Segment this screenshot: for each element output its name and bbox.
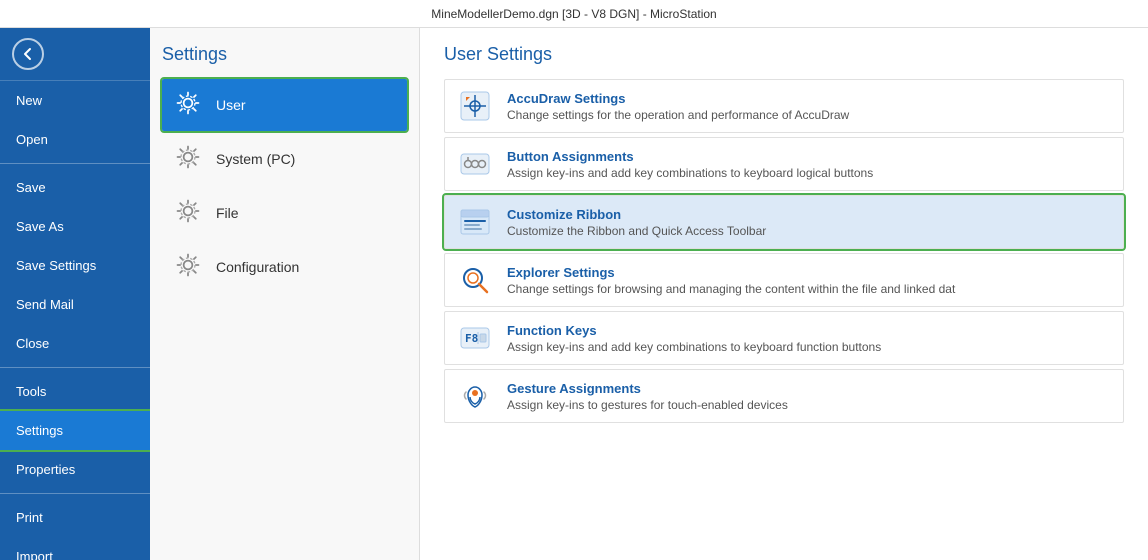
divider-1	[0, 163, 150, 164]
title-bar: MineModellerDemo.dgn [3D - V8 DGN] - Mic…	[0, 0, 1148, 28]
sidebar-item-properties[interactable]: Properties	[0, 450, 150, 489]
user-setting-function-keys[interactable]: F8 Function Keys Assign key-ins and add …	[444, 311, 1124, 365]
explorer-title: Explorer Settings	[507, 265, 955, 280]
file-gear-icon	[174, 197, 206, 229]
explorer-content: Explorer Settings Change settings for br…	[507, 265, 955, 296]
sidebar-item-print[interactable]: Print	[0, 498, 150, 537]
function-keys-desc: Assign key-ins and add key combinations …	[507, 340, 881, 354]
back-button[interactable]	[0, 28, 150, 81]
user-setting-accudraw[interactable]: AccuDraw Settings Change settings for th…	[444, 79, 1124, 133]
sidebar-item-new[interactable]: New	[0, 81, 150, 120]
sidebar-item-close[interactable]: Close	[0, 324, 150, 363]
title-text: MineModellerDemo.dgn [3D - V8 DGN] - Mic…	[431, 7, 716, 21]
sidebar-item-open[interactable]: Open	[0, 120, 150, 159]
button-assignments-desc: Assign key-ins and add key combinations …	[507, 166, 873, 180]
settings-item-file-label: File	[216, 205, 239, 221]
customize-ribbon-icon	[457, 204, 493, 240]
settings-item-system[interactable]: System (PC)	[162, 133, 407, 185]
content-title: User Settings	[444, 44, 1124, 65]
gesture-content: Gesture Assignments Assign key-ins to ge…	[507, 381, 788, 412]
svg-text:F8: F8	[465, 332, 478, 345]
user-setting-gesture-assignments[interactable]: Gesture Assignments Assign key-ins to ge…	[444, 369, 1124, 423]
user-gear-icon	[174, 89, 206, 121]
function-keys-icon: F8	[457, 320, 493, 356]
settings-item-user-label: User	[216, 97, 246, 113]
gesture-assignments-icon	[457, 378, 493, 414]
sidebar-item-save-settings[interactable]: Save Settings	[0, 246, 150, 285]
sidebar: New Open Save Save As Save Settings Send…	[0, 28, 150, 560]
user-setting-button-assignments[interactable]: Button Assignments Assign key-ins and ad…	[444, 137, 1124, 191]
back-circle-icon[interactable]	[12, 38, 44, 70]
settings-item-configuration[interactable]: Configuration	[162, 241, 407, 293]
sidebar-item-settings[interactable]: Settings	[0, 411, 150, 450]
accudraw-desc: Change settings for the operation and pe…	[507, 108, 849, 122]
accudraw-icon	[457, 88, 493, 124]
content-panel: User Settings AccuDraw Settings Change s…	[420, 28, 1148, 560]
gesture-title: Gesture Assignments	[507, 381, 788, 396]
explorer-desc: Change settings for browsing and managin…	[507, 282, 955, 296]
button-assignments-content: Button Assignments Assign key-ins and ad…	[507, 149, 873, 180]
sidebar-item-import[interactable]: Import	[0, 537, 150, 560]
button-assignments-icon	[457, 146, 493, 182]
explorer-settings-icon	[457, 262, 493, 298]
gesture-desc: Assign key-ins to gestures for touch-ena…	[507, 398, 788, 412]
main-layout: New Open Save Save As Save Settings Send…	[0, 28, 1148, 560]
sidebar-item-save-as[interactable]: Save As	[0, 207, 150, 246]
settings-panel: Settings User System (PC)	[150, 28, 420, 560]
settings-item-system-label: System (PC)	[216, 151, 295, 167]
sidebar-item-send-mail[interactable]: Send Mail	[0, 285, 150, 324]
sidebar-item-save[interactable]: Save	[0, 168, 150, 207]
settings-item-config-label: Configuration	[216, 259, 299, 275]
system-gear-icon	[174, 143, 206, 175]
settings-item-user[interactable]: User	[162, 79, 407, 131]
accudraw-content: AccuDraw Settings Change settings for th…	[507, 91, 849, 122]
arrow-left-icon	[21, 47, 35, 61]
customize-ribbon-desc: Customize the Ribbon and Quick Access To…	[507, 224, 766, 238]
config-gear-icon	[174, 251, 206, 283]
function-keys-content: Function Keys Assign key-ins and add key…	[507, 323, 881, 354]
divider-3	[0, 493, 150, 494]
settings-title: Settings	[162, 44, 407, 65]
divider-2	[0, 367, 150, 368]
function-keys-title: Function Keys	[507, 323, 881, 338]
customize-ribbon-content: Customize Ribbon Customize the Ribbon an…	[507, 207, 766, 238]
accudraw-title: AccuDraw Settings	[507, 91, 849, 106]
user-setting-customize-ribbon[interactable]: Customize Ribbon Customize the Ribbon an…	[444, 195, 1124, 249]
sidebar-item-tools[interactable]: Tools	[0, 372, 150, 411]
customize-ribbon-title: Customize Ribbon	[507, 207, 766, 222]
button-assignments-title: Button Assignments	[507, 149, 873, 164]
user-setting-explorer[interactable]: Explorer Settings Change settings for br…	[444, 253, 1124, 307]
settings-item-file[interactable]: File	[162, 187, 407, 239]
